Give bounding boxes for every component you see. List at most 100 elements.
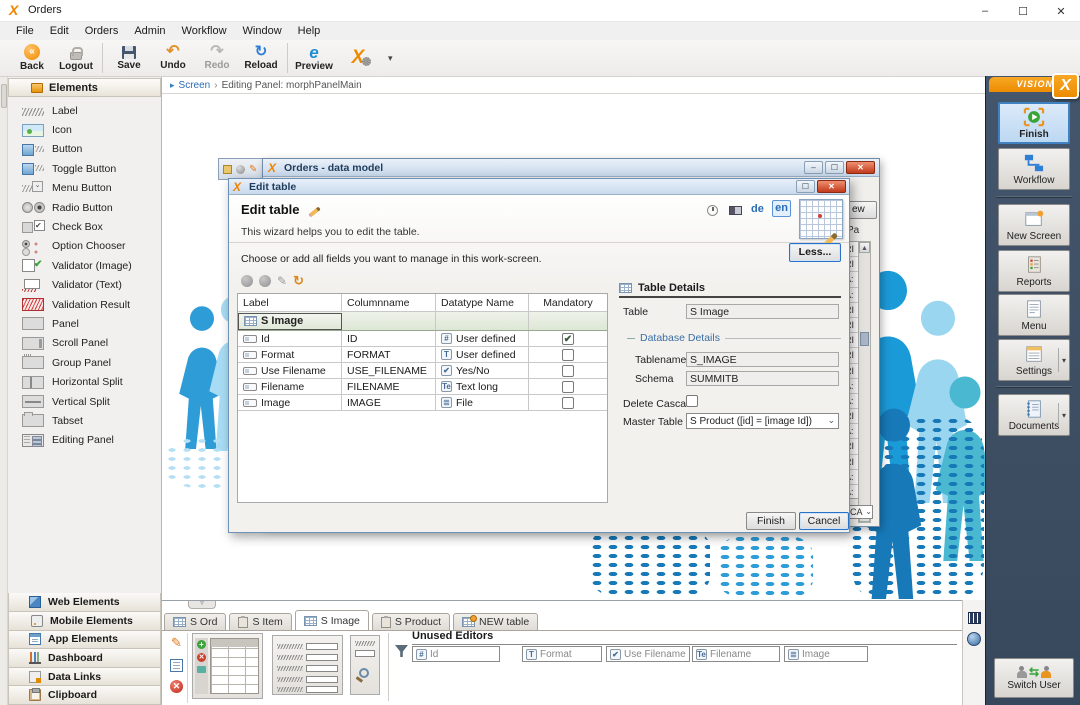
editor-chip-image[interactable]: ≣ Image [784, 646, 868, 662]
table-group-row[interactable]: S Image [238, 312, 607, 331]
schema-field[interactable]: SUMMITB [686, 371, 839, 386]
mandatory-checkbox[interactable] [562, 364, 574, 377]
dm-scrollbar[interactable]: ▲ ▼ [858, 241, 871, 523]
database-details-header[interactable]: Database Details [627, 332, 841, 344]
sidebar-item-button[interactable]: Button [8, 140, 161, 159]
editor-chip-use-filename[interactable]: ✔ Use Filename [606, 646, 690, 662]
breadcrumb-screen-link[interactable]: Screen [179, 80, 211, 91]
tab-s-image[interactable]: S Image [294, 610, 369, 630]
tab-s-product[interactable]: S Product [371, 613, 450, 630]
mandatory-checkbox[interactable]: ✔ [562, 332, 574, 345]
section-dashboard[interactable]: Dashboard [8, 649, 161, 668]
globe-icon[interactable] [967, 632, 981, 646]
mandatory-checkbox[interactable] [562, 396, 574, 409]
section-mobile-elements[interactable]: Mobile Elements [8, 612, 161, 631]
menu-item[interactable]: Window [235, 23, 290, 39]
mandatory-checkbox[interactable] [562, 380, 574, 393]
vision-new-screen-button[interactable]: New Screen [998, 204, 1070, 246]
switch-user-button[interactable]: ⇆ Switch User [994, 658, 1074, 698]
vision-finish-button[interactable]: Finish [998, 102, 1070, 144]
search-view-thumbnail[interactable] [350, 635, 380, 695]
clipped-new-button[interactable]: ew [847, 201, 877, 219]
sidebar-item-scroll-panel[interactable]: Scroll Panel [8, 334, 161, 353]
sidebar-item-label[interactable]: Label [8, 101, 161, 120]
flag-icon[interactable] [729, 206, 742, 215]
section-app-elements[interactable]: App Elements [8, 630, 161, 650]
delete-cascade-checkbox[interactable] [686, 395, 698, 407]
add-row-icon[interactable] [241, 275, 253, 287]
sidebar-item-icon[interactable]: Icon [8, 120, 161, 139]
scroll-up-arrow[interactable]: ▲ [859, 242, 870, 253]
section-data-links[interactable]: Data Links [8, 667, 161, 687]
edit-row-icon[interactable]: ✎ [277, 274, 287, 288]
editor-chip-filename[interactable]: Te Filename [692, 646, 780, 662]
menu-item[interactable]: Edit [42, 23, 77, 39]
sphere-icon[interactable] [236, 164, 245, 174]
less-button[interactable]: Less... [789, 243, 841, 262]
scroll-thumb[interactable] [860, 332, 869, 346]
menu-item[interactable]: Help [290, 23, 329, 39]
save-button[interactable]: Save [107, 40, 151, 76]
note-icon[interactable] [223, 164, 232, 174]
mandatory-checkbox[interactable] [562, 348, 574, 361]
sidebar-item-validator-image[interactable]: Validator (Image) [8, 256, 161, 275]
table-row-image[interactable]: Image IMAGE ≣ File [238, 395, 607, 411]
redo-button[interactable]: ↷ Redo [195, 40, 239, 76]
table-row-format[interactable]: Format FORMAT T User defined [238, 347, 607, 363]
data-model-titlebar[interactable]: X Orders - data model [263, 159, 879, 177]
sidebar-item-radio-button[interactable]: Radio Button [8, 198, 161, 217]
vision-documents-button[interactable]: Documents ▾ [998, 394, 1070, 436]
menu-item[interactable]: Orders [77, 23, 127, 39]
sidebar-item-vertical-split[interactable]: Vertical Split [8, 392, 161, 411]
sidebar-item-tabset[interactable]: Tabset [8, 411, 161, 430]
menu-item[interactable]: Admin [126, 23, 173, 39]
vision-menu-button[interactable]: Menu [998, 294, 1070, 336]
delete-icon[interactable]: ✕ [170, 680, 183, 693]
section-clipboard[interactable]: Clipboard [8, 686, 161, 705]
remove-row-icon[interactable] [259, 275, 271, 287]
master-table-select[interactable]: S Product ([id] = [image Id]) ⌄ [686, 413, 839, 429]
pencil-icon[interactable]: ✎ [249, 164, 257, 174]
sidebar-item-panel[interactable]: Panel [8, 314, 161, 333]
sidebar-item-horizontal-split[interactable]: Horizontal Split [8, 372, 161, 391]
dm-minimize-button[interactable]: – [804, 161, 823, 174]
dm-close-button[interactable]: ✕ [846, 161, 875, 174]
vision-settings-button[interactable]: Settings ▾ [998, 339, 1070, 381]
x-tool-button[interactable]: X [336, 40, 380, 76]
minimize-button[interactable]: – [966, 0, 1004, 22]
table-row-id[interactable]: Id ID # User defined ✔ [238, 331, 607, 347]
language-de-toggle[interactable]: de [751, 203, 764, 215]
sidebar-item-editing-panel[interactable]: Editing Panel [8, 431, 161, 450]
vision-reports-button[interactable]: Reports [998, 250, 1070, 292]
logout-button[interactable]: Logout [54, 40, 98, 76]
sidebar-item-toggle-button[interactable]: Toggle Button [8, 159, 161, 178]
tablename-field[interactable]: S_IMAGE [686, 352, 839, 367]
maximize-button[interactable]: ☐ [1004, 0, 1042, 22]
table-row-filename[interactable]: Filename FILENAME Te Text long [238, 379, 607, 395]
left-dock-grip[interactable] [1, 84, 7, 108]
elements-header[interactable]: Elements [8, 78, 161, 97]
panel-collapse-handle[interactable]: ▿ [188, 600, 216, 609]
back-button[interactable]: « Back [10, 40, 54, 76]
reload-button[interactable]: ↻ Reload [239, 40, 283, 76]
timer-icon[interactable] [707, 205, 718, 216]
clipped-combobox[interactable]: CA ⌄ [847, 505, 873, 519]
table-row-use-filename[interactable]: Use Filename USE_FILENAME ✔ Yes/No [238, 363, 607, 379]
toolbar-dropdown-arrow[interactable]: ▾ [388, 53, 393, 64]
sidebar-item-menu-button[interactable]: Menu Button [8, 179, 161, 198]
sidebar-item-option-chooser[interactable]: Option Chooser [8, 237, 161, 256]
tab-new-table[interactable]: NEW table [453, 613, 539, 630]
section-web-elements[interactable]: Web Elements [8, 593, 161, 613]
sidebar-item-validator-text[interactable]: Validator (Text) [8, 276, 161, 295]
filter-funnel-icon[interactable] [395, 645, 408, 657]
close-button[interactable]: ✕ [1042, 0, 1080, 22]
finish-button[interactable]: Finish [746, 512, 796, 530]
form-view-thumbnail[interactable] [272, 635, 343, 695]
vision-workflow-button[interactable]: Workflow [998, 148, 1070, 190]
dialog-close-button[interactable]: ✕ [817, 180, 846, 193]
film-grid-icon[interactable] [968, 612, 981, 624]
documents-dropdown-arrow[interactable]: ▾ [1057, 403, 1066, 427]
menu-item[interactable]: Workflow [174, 23, 235, 39]
sidebar-item-check-box[interactable]: Check Box [8, 217, 161, 236]
table-name-field[interactable]: S Image [686, 304, 839, 319]
